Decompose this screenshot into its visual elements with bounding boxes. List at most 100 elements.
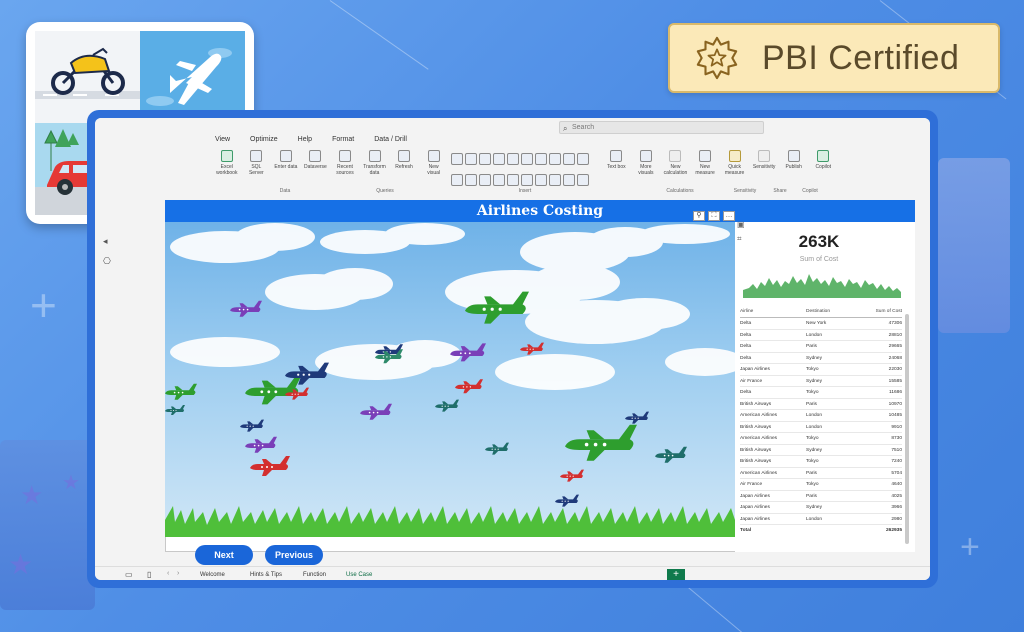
star-decoration-icon: ★ <box>62 472 80 494</box>
cell-cost: 9910 <box>891 424 902 430</box>
cell-cost: 7510 <box>891 447 902 453</box>
menu-format[interactable]: Format <box>332 136 354 148</box>
airplane-icon <box>245 436 277 453</box>
cell-destination: Paris <box>806 401 817 407</box>
quick-measure-button[interactable]: Quick measure <box>723 150 747 190</box>
cell-cost: 10970 <box>888 401 902 407</box>
cell-airline: American Airlines <box>740 470 778 476</box>
menu-view[interactable]: View <box>215 136 230 148</box>
text-box-button[interactable]: Text box <box>605 150 629 190</box>
combo-chart-icon <box>507 152 520 165</box>
report-view-icon[interactable]: ◂ <box>103 236 113 246</box>
column-header-destination[interactable]: Destination <box>806 306 856 317</box>
transform-data-button[interactable]: Transform data <box>363 150 387 190</box>
cell-destination: Paris <box>806 344 817 349</box>
airplane-icon <box>285 362 329 385</box>
airplane-icon <box>520 342 544 355</box>
area-chart-icon <box>493 152 506 165</box>
more-visuals-button[interactable]: More visuals <box>634 150 658 190</box>
kpi-label: Sum of Cost <box>799 256 839 263</box>
database-icon <box>250 150 263 162</box>
measure-icon <box>699 150 712 162</box>
cell-cost: 10485 <box>888 413 902 418</box>
next-button[interactable]: Next <box>195 545 253 565</box>
search-box[interactable]: ⌕ Search <box>559 121 764 134</box>
mobile-view-icon[interactable]: ▯ <box>147 570 151 579</box>
decorative-card <box>938 158 1010 333</box>
table-row: Delta Paris 29665 <box>740 341 902 353</box>
airplane-icon <box>560 469 584 482</box>
format-icon[interactable]: ▣ <box>737 220 745 229</box>
airplane-icon <box>435 399 459 412</box>
dataverse-button[interactable]: Dataverse <box>304 150 328 190</box>
recent-sources-button[interactable]: Recent sources <box>333 150 357 190</box>
page-tabs-bar: ▭ ▯ ‹ › Welcome Hints & Tips Function Us… <box>95 566 930 580</box>
add-page-button[interactable]: + <box>667 569 685 580</box>
tab-hints-tips[interactable]: Hints & Tips <box>242 570 290 580</box>
more-visuals-icon <box>639 150 652 162</box>
cell-destination: Tokyo <box>806 436 819 441</box>
table-row: Japan Airlines Paris 4025 <box>740 491 902 502</box>
scroll-left-icon[interactable]: ‹ <box>167 570 169 577</box>
model-view-icon[interactable]: ⎔ <box>103 256 113 266</box>
airplanes-layer <box>165 291 687 507</box>
cell-cost: 11686 <box>889 390 902 395</box>
plus-decoration-icon: + <box>960 528 980 566</box>
table-total-row: Total 262935 <box>740 525 902 537</box>
search-placeholder: Search <box>572 124 595 131</box>
transform-icon <box>368 150 381 162</box>
excel-icon <box>220 150 233 162</box>
focus-mode-icon[interactable]: ⛶ <box>708 211 720 221</box>
new-measure-button[interactable]: New measure <box>693 150 717 190</box>
cell-destination: Paris <box>806 493 817 499</box>
sensitivity-button[interactable]: Sensitivity <box>752 150 776 190</box>
table-header: Airline Destination Sum of Cost <box>740 306 902 318</box>
total-value: 262935 <box>885 528 902 533</box>
table-row: British Airways London 9910 <box>740 422 902 433</box>
menu-data-drill[interactable]: Data / Drill <box>374 136 407 148</box>
column-header-airline[interactable]: Airline <box>740 306 806 317</box>
menu-help[interactable]: Help <box>298 136 312 148</box>
copilot-button[interactable]: Copilot <box>811 150 835 190</box>
total-label: Total <box>740 528 752 533</box>
line-chart-icon <box>479 152 492 165</box>
new-calculation-button[interactable]: New calculation <box>664 150 687 190</box>
menu-optimize[interactable]: Optimize <box>250 136 278 148</box>
sql-server-button[interactable]: SQL Server <box>245 150 269 190</box>
quick-measure-icon <box>728 150 741 162</box>
new-visual-button[interactable]: New visual <box>422 150 446 190</box>
publish-button[interactable]: Publish <box>782 150 806 190</box>
cell-airline: Delta <box>740 332 752 338</box>
column-chart-icon <box>465 152 478 165</box>
cell-airline: British Airways <box>740 424 772 430</box>
cell-cost: 3966 <box>891 505 902 510</box>
tab-use-case[interactable]: Use Case <box>338 570 380 580</box>
report-title: Airlines Costing <box>165 200 915 222</box>
table-scrollbar[interactable] <box>905 314 909 544</box>
previous-button[interactable]: Previous <box>265 545 323 565</box>
tab-function[interactable]: Function <box>295 570 334 580</box>
filter-icon[interactable]: ⚲ <box>693 211 705 221</box>
cell-destination: Tokyo <box>806 390 819 395</box>
airplane-icon <box>465 291 529 324</box>
enter-data-button[interactable]: Enter data <box>274 150 298 190</box>
scatter-icon <box>549 152 562 165</box>
scroll-right-icon[interactable]: › <box>177 570 179 577</box>
total-spacer <box>806 525 856 537</box>
page-view-icon[interactable]: ▭ <box>125 570 133 579</box>
airplane-icon <box>565 424 637 461</box>
star-decoration-icon: ★ <box>8 549 34 580</box>
cell-airline: Japan Airlines <box>740 367 770 372</box>
refresh-button[interactable]: Refresh <box>392 150 416 190</box>
airplane-icon <box>450 343 486 362</box>
visuals-gallery[interactable] <box>451 150 598 190</box>
cell-cost: 22030 <box>888 367 902 372</box>
column-header-sum-of-cost[interactable]: Sum of Cost <box>856 306 902 317</box>
cell-airline: Japan Airlines <box>740 505 770 510</box>
certified-badge: PBI Certified <box>668 23 1000 93</box>
excel-workbook-button[interactable]: Excel workbook <box>215 150 239 190</box>
more-options-icon[interactable]: … <box>723 211 735 221</box>
tab-welcome[interactable]: Welcome <box>192 570 233 580</box>
menu-bar: View Optimize Help Format Data / Drill <box>215 136 407 148</box>
airplane-icon <box>360 403 392 420</box>
